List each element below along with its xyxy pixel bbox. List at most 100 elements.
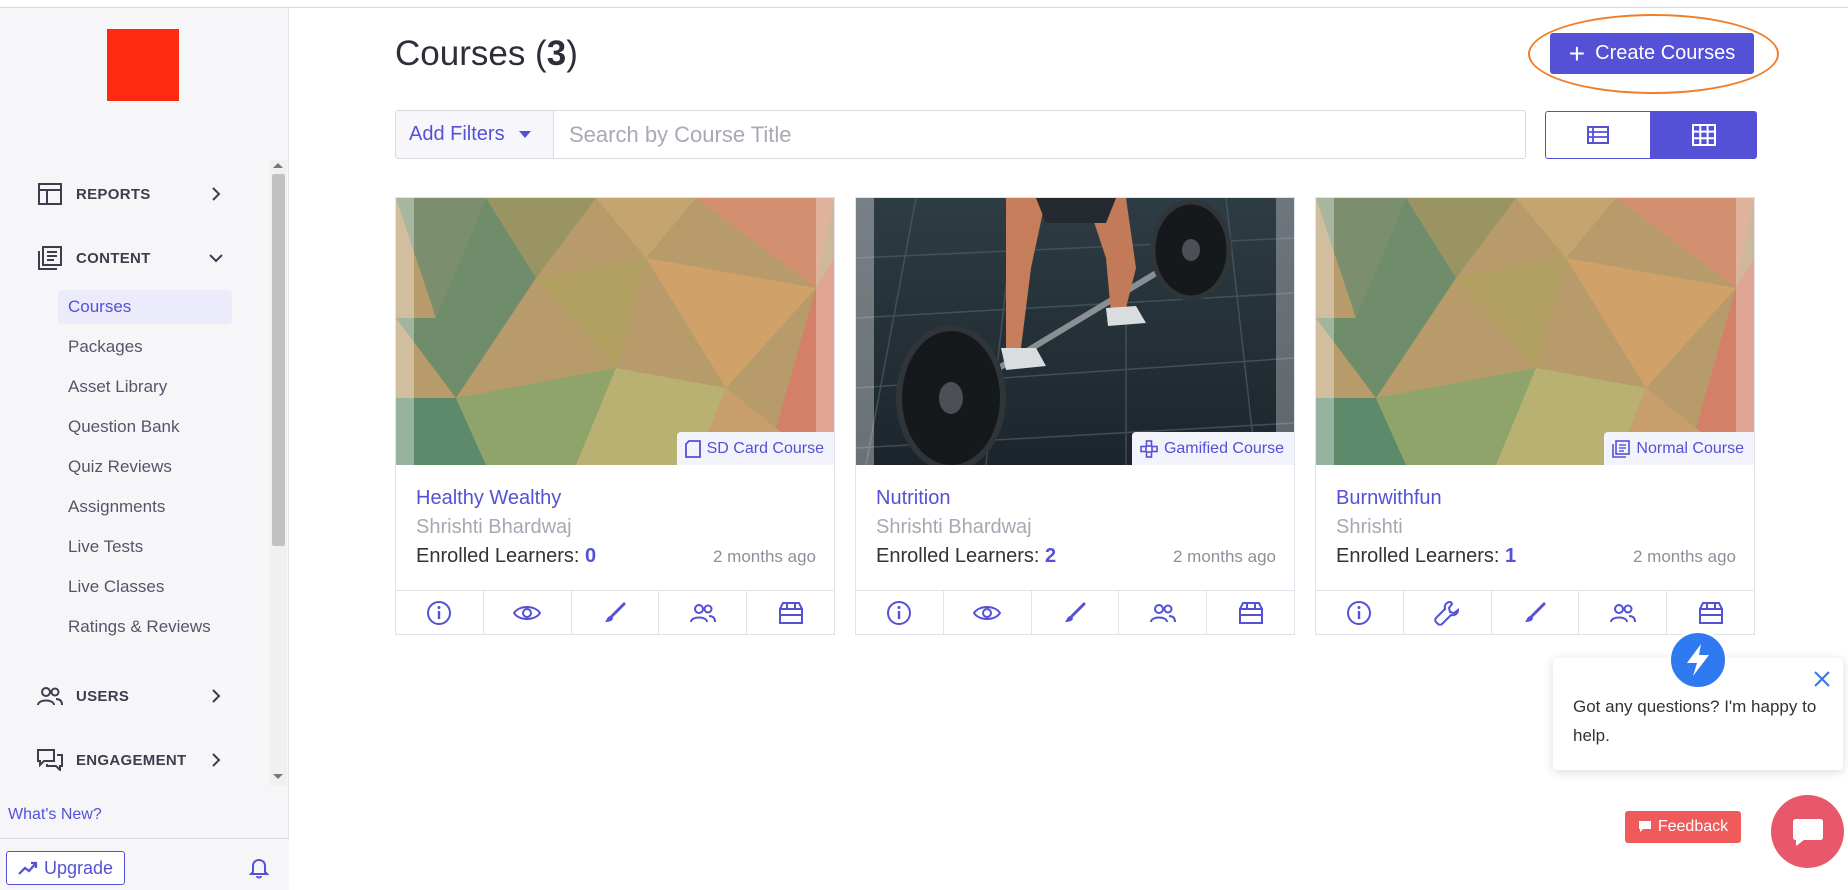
whats-new-link[interactable]: What's New? [8,806,102,824]
course-type-badge: Normal Course [1604,432,1754,465]
info-button[interactable] [396,591,484,635]
course-actions [856,590,1294,635]
nav-section-label: ENGAGEMENT [76,751,187,769]
course-title[interactable]: Healthy Wealthy [416,487,561,510]
nav-section-label: CONTENT [76,249,151,267]
course-title[interactable]: Nutrition [876,487,950,510]
users-icon [689,604,716,623]
users-icon [1609,604,1636,623]
enrolled-learners: Enrolled Learners: 0 [416,545,596,568]
course-author: Shrishti [1336,516,1403,538]
list-view-button[interactable] [1545,111,1651,159]
close-icon[interactable] [1813,670,1831,688]
edit-button[interactable] [572,591,660,635]
edit-button[interactable] [1032,591,1120,635]
sidebar: REPORTS CONTENT Courses Packages Asset L… [0,8,289,890]
trending-up-icon [18,861,38,875]
chat-bot-avatar [1668,630,1728,690]
add-filters-label: Add Filters [409,123,505,145]
enrolled-learners: Enrolled Learners: 2 [876,545,1056,568]
grid-view-button[interactable] [1651,111,1757,159]
enrolled-label: Enrolled Learners: [416,545,580,567]
badge-label: Gamified Course [1163,439,1284,457]
chevron-right-icon [206,750,226,770]
list-icon [1587,126,1609,144]
grid-icon [1692,124,1716,146]
gamified-icon [1140,439,1158,458]
logo[interactable] [107,29,179,101]
learners-button[interactable] [1579,591,1668,635]
preview-button[interactable] [944,591,1032,635]
course-thumbnail[interactable] [1316,198,1754,465]
sidebar-item-question-bank[interactable]: Question Bank [58,410,232,444]
marketplace-button[interactable] [1207,591,1294,635]
eye-icon [973,606,1002,620]
sidebar-item-courses[interactable]: Courses [58,290,232,324]
course-type-badge: SD Card Course [676,432,834,465]
badge-label: Normal Course [1636,439,1744,457]
enrolled-label: Enrolled Learners: [1336,545,1500,567]
course-title[interactable]: Burnwithfun [1336,487,1442,510]
sd-card-icon [684,439,701,458]
sidebar-scrollbar-thumb[interactable] [272,174,285,546]
course-thumbnail[interactable] [856,198,1294,465]
settings-button[interactable] [1404,591,1492,635]
enrolled-count: 1 [1505,545,1517,567]
sidebar-item-assignments[interactable]: Assignments [58,490,232,524]
add-filters-dropdown[interactable]: Add Filters [395,110,554,159]
nav-section-engagement[interactable]: ENGAGEMENT [36,745,226,775]
scroll-down-arrow-icon[interactable] [273,774,283,779]
sidebar-item-ratings-reviews[interactable]: Ratings & Reviews [58,610,232,644]
learners-button[interactable] [659,591,748,635]
course-author: Shrishti Bhardwaj [876,516,1032,538]
nav-section-users[interactable]: USERS [36,681,226,711]
create-courses-button[interactable]: + Create Courses [1550,33,1754,74]
info-icon [427,601,452,625]
page-title-text: Courses [395,34,526,73]
sidebar-item-live-tests[interactable]: Live Tests [58,530,232,564]
create-courses-label: Create Courses [1595,42,1736,64]
info-button[interactable] [1316,591,1404,635]
chevron-right-icon [206,184,226,204]
feedback-button[interactable]: Feedback [1625,811,1741,843]
sidebar-item-live-classes[interactable]: Live Classes [58,570,232,604]
marketplace-button[interactable] [1667,591,1754,635]
preview-button[interactable] [484,591,572,635]
brush-icon [1064,602,1086,622]
reports-icon [36,182,64,206]
course-thumbnail[interactable] [396,198,834,465]
enrolled-label: Enrolled Learners: [876,545,1040,567]
course-type-badge: Gamified Course [1131,432,1294,465]
course-author: Shrishti Bhardwaj [416,516,572,538]
nav-section-content[interactable]: CONTENT [36,243,226,273]
users-icon [36,684,64,708]
plus-icon: + [1568,37,1586,69]
course-card-nutrition[interactable]: Gamified Course Nutrition Shrishti Bhard… [855,197,1295,635]
chat-icon [1792,818,1823,846]
chevron-right-icon [206,686,226,706]
info-button[interactable] [856,591,944,635]
marketplace-button[interactable] [747,591,834,635]
engagement-icon [36,748,64,772]
edit-button[interactable] [1492,591,1580,635]
chat-launcher-button[interactable] [1771,795,1844,868]
lightning-icon [1687,644,1709,676]
scroll-up-arrow-icon[interactable] [273,163,283,168]
nav-section-reports[interactable]: REPORTS [36,179,226,209]
sidebar-item-asset-library[interactable]: Asset Library [58,370,232,404]
course-card-healthy-wealthy[interactable]: SD Card Course Healthy Wealthy Shrishti … [395,197,835,635]
learners-button[interactable] [1119,591,1208,635]
upgrade-label: Upgrade [43,857,114,878]
sidebar-item-quiz-reviews[interactable]: Quiz Reviews [58,450,232,484]
brush-icon [1524,602,1546,622]
sidebar-item-packages[interactable]: Packages [58,330,232,364]
normal-course-icon [1612,439,1631,458]
info-icon [1347,601,1372,625]
course-card-burnwithfun[interactable]: Normal Course Burnwithfun Shrishti Enrol… [1315,197,1755,635]
sidebar-footer: Upgrade [0,838,289,890]
course-actions [1316,590,1754,635]
bell-icon[interactable] [248,857,271,879]
nav-section-label: USERS [76,687,130,705]
search-input[interactable] [554,110,1526,159]
upgrade-button[interactable]: Upgrade [6,851,125,885]
